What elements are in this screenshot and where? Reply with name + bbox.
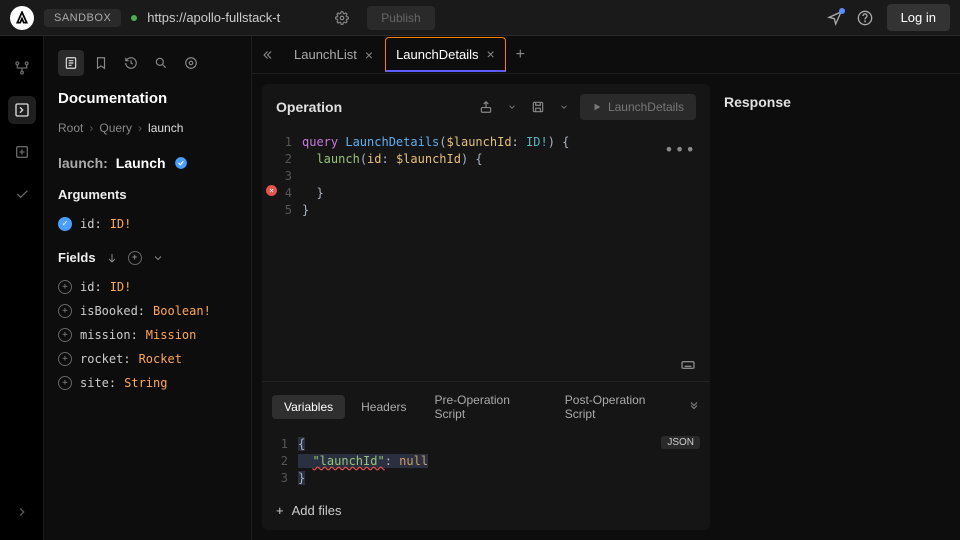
verified-icon (174, 156, 188, 170)
response-title: Response (720, 84, 950, 120)
rail-expand-icon[interactable] (8, 498, 36, 526)
sort-icon[interactable] (106, 252, 118, 264)
field-row[interactable]: +site: String (58, 371, 237, 395)
operation-editor[interactable]: × 1 2 3 4 5 query LaunchDetails($launchI… (262, 130, 710, 381)
error-icon[interactable]: × (266, 185, 277, 196)
documentation-title: Documentation (58, 90, 237, 107)
chevron-down-icon[interactable] (556, 99, 572, 115)
breadcrumb-current: launch (148, 121, 183, 135)
field-row[interactable]: +rocket: Rocket (58, 347, 237, 371)
publish-button[interactable]: Publish (367, 6, 434, 30)
doc-view-icon[interactable] (58, 50, 84, 76)
json-format-badge[interactable]: JSON (661, 436, 700, 449)
plus-icon: + (58, 376, 72, 390)
field-row[interactable]: +id: ID! (58, 275, 237, 299)
plus-icon: + (58, 352, 72, 366)
add-all-icon[interactable]: + (128, 251, 142, 265)
keyboard-shortcuts-icon[interactable] (680, 357, 696, 373)
collapse-panel-icon[interactable] (260, 48, 274, 62)
run-operation-button[interactable]: LaunchDetails (580, 94, 696, 120)
plus-icon: + (58, 328, 72, 342)
rail-checks-icon[interactable] (8, 180, 36, 208)
variables-editor[interactable]: 1 2 3 { "launchId": null } (262, 432, 661, 495)
breadcrumb: Root › Query › launch (58, 121, 237, 135)
rail-schema-icon[interactable] (8, 54, 36, 82)
field-row[interactable]: +mission: Mission (58, 323, 237, 347)
arguments-section-title: Arguments (58, 187, 237, 202)
field-row[interactable]: +isBooked: Boolean! (58, 299, 237, 323)
endpoint-url-input[interactable] (147, 10, 327, 25)
close-icon[interactable]: × (486, 46, 494, 62)
bookmark-icon[interactable] (88, 50, 114, 76)
type-heading: launch: Launch (58, 155, 237, 171)
new-tab-button[interactable]: + (508, 46, 533, 64)
plus-icon: + (58, 280, 72, 294)
breadcrumb-query[interactable]: Query (99, 121, 132, 135)
rail-diff-icon[interactable] (8, 138, 36, 166)
share-icon[interactable] (476, 97, 496, 117)
search-icon[interactable] (148, 50, 174, 76)
add-files-button[interactable]: + Add files (262, 495, 710, 530)
tab-pre-script[interactable]: Pre-Operation Script (423, 388, 549, 426)
help-icon[interactable] (857, 10, 873, 26)
sandbox-badge: SANDBOX (44, 9, 121, 27)
rail-explorer-icon[interactable] (8, 96, 36, 124)
save-icon[interactable] (528, 97, 548, 117)
more-icon[interactable]: ••• (664, 140, 696, 159)
argument-row[interactable]: ✓ id: ID! (58, 212, 237, 236)
connection-status-dot (131, 15, 137, 21)
fields-section-title: Fields + (58, 250, 237, 265)
collapse-lower-icon[interactable] (688, 401, 700, 413)
chevron-down-icon[interactable] (152, 252, 164, 264)
tab-launchdetails[interactable]: LaunchDetails × (385, 37, 506, 72)
chevron-down-icon[interactable] (504, 99, 520, 115)
check-icon: ✓ (58, 217, 72, 231)
login-button[interactable]: Log in (887, 4, 950, 31)
tab-headers[interactable]: Headers (349, 395, 418, 419)
plus-icon: + (58, 304, 72, 318)
history-icon[interactable] (118, 50, 144, 76)
apollo-logo[interactable] (10, 6, 34, 30)
plus-icon: + (276, 503, 284, 518)
breadcrumb-root[interactable]: Root (58, 121, 83, 135)
notifications-icon[interactable] (827, 10, 843, 26)
tab-variables[interactable]: Variables (272, 395, 345, 419)
close-icon[interactable]: × (365, 47, 373, 63)
settings-icon[interactable] (335, 11, 349, 25)
doc-settings-icon[interactable] (178, 50, 204, 76)
tab-post-script[interactable]: Post-Operation Script (553, 388, 684, 426)
tab-launchlist[interactable]: LaunchList × (284, 39, 383, 71)
operation-title: Operation (276, 99, 468, 115)
